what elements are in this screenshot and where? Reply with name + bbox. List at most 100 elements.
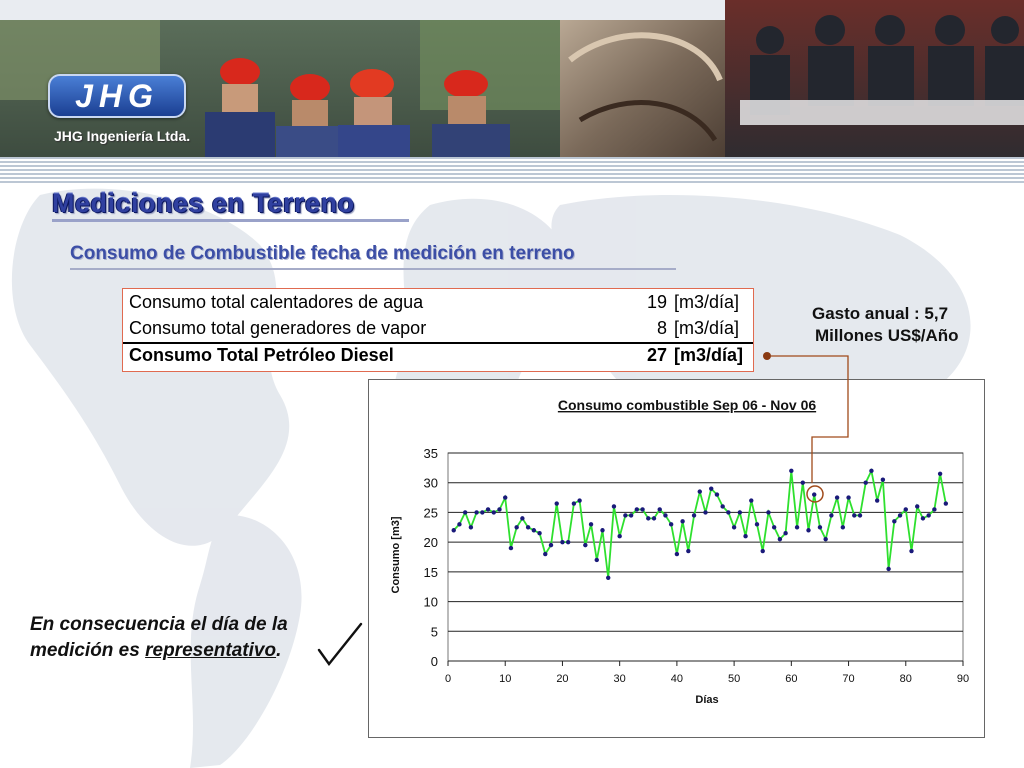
x-tick-label: 10: [499, 673, 511, 685]
row-unit: [m3/día]: [674, 292, 740, 312]
data-point: [714, 492, 720, 497]
data-point: [680, 519, 685, 524]
data-point: [892, 519, 897, 524]
chart-title: Consumo combustible Sep 06 - Nov 06: [558, 397, 816, 413]
data-point: [634, 507, 640, 512]
data-point: [531, 528, 537, 533]
data-point: [840, 525, 846, 530]
data-point: [668, 522, 674, 527]
data-point: [806, 528, 811, 533]
total-label: Consumo Total Petróleo Diesel: [129, 345, 394, 365]
page-title: Mediciones en Terreno: [52, 188, 355, 218]
data-point: [657, 507, 662, 512]
data-point: [737, 510, 743, 515]
data-point: [565, 539, 571, 545]
data-point: [548, 542, 554, 548]
chart-svg: Consumo combustible Sep 06 - Nov 06 0 5 10…: [390, 397, 969, 706]
data-point: [651, 516, 657, 521]
y-tick-label: 10: [424, 595, 438, 610]
data-point: [823, 536, 828, 542]
header-stripes: [0, 157, 1024, 185]
data-point: [594, 557, 599, 563]
data-point: [874, 498, 880, 503]
jhg-logo: JHG: [48, 74, 186, 118]
data-point: [777, 536, 783, 542]
data-point: [749, 498, 754, 503]
x-tick-label: 30: [614, 673, 626, 685]
data-point: [480, 510, 485, 515]
conclusion-underlined: representativo: [145, 640, 277, 661]
data-point: [485, 507, 491, 512]
row-value: 8: [656, 318, 667, 338]
data-point: [857, 513, 863, 518]
subtitle-underline: [70, 268, 676, 270]
x-tick-label: 20: [556, 673, 568, 685]
consumption-chart: Consumo combustible Sep 06 - Nov 06 0 5 10…: [368, 379, 985, 738]
data-point: [571, 501, 577, 506]
data-point: [932, 507, 937, 512]
y-tick-label: 30: [424, 476, 438, 491]
annual-cost-line1: Gasto anual : 5,7: [812, 304, 949, 323]
data-point: [457, 522, 462, 527]
data-point: [880, 477, 886, 482]
data-point: [829, 513, 834, 518]
data-point: [451, 528, 456, 533]
conclusion-part2: .: [276, 640, 282, 661]
data-point: [886, 566, 891, 572]
data-point: [640, 507, 645, 512]
data-point: [588, 522, 594, 527]
page-subtitle: Consumo de Combustible fecha de medición…: [70, 243, 575, 264]
total-value: 27: [646, 345, 667, 365]
table-separator: [123, 342, 753, 344]
data-point: [743, 534, 748, 539]
x-tick-label: 90: [957, 673, 969, 685]
data-point: [474, 510, 479, 515]
data-point: [468, 525, 474, 530]
data-point: [834, 495, 840, 500]
data-point: [703, 510, 708, 515]
data-point: [800, 480, 805, 485]
data-point: [674, 551, 680, 557]
data-point: [754, 522, 760, 527]
data-point: [543, 551, 548, 557]
title-underline: [52, 219, 409, 222]
data-point: [789, 468, 794, 474]
data-point: [709, 486, 714, 491]
y-tick-label: 5: [431, 624, 438, 639]
data-point: [525, 525, 531, 530]
data-point: [462, 510, 468, 515]
data-point: [783, 531, 788, 536]
x-tick-label: 70: [842, 673, 854, 685]
data-point: [503, 495, 508, 500]
data-point: [794, 525, 800, 530]
y-tick-label: 15: [424, 565, 438, 580]
row-label: Consumo total generadores de vapor: [129, 318, 427, 338]
x-tick-label: 60: [785, 673, 797, 685]
data-point: [731, 525, 737, 530]
chart-xlabel: Días: [695, 694, 718, 706]
data-point: [720, 504, 725, 509]
data-point: [909, 548, 914, 554]
row-unit: [m3/día]: [674, 318, 740, 338]
data-point: [869, 468, 874, 474]
data-point: [600, 528, 605, 533]
y-tick-label: 0: [431, 654, 438, 669]
data-point: [817, 525, 823, 530]
data-point: [583, 542, 588, 548]
data-point: [760, 548, 765, 554]
row-value: 19: [646, 292, 667, 312]
checkmark-icon: [317, 622, 363, 666]
data-point: [623, 513, 628, 518]
data-point: [691, 513, 697, 518]
data-point: [646, 516, 651, 521]
data-point: [846, 495, 851, 500]
data-point: [663, 513, 668, 518]
x-tick-label: 80: [900, 673, 912, 685]
data-point: [508, 545, 514, 551]
x-tick-label: 50: [728, 673, 740, 685]
row-label: Consumo total calentadores de agua: [129, 292, 424, 312]
table-row: Consumo total calentadores de agua 19 [m…: [129, 292, 749, 317]
data-point: [491, 510, 496, 515]
y-tick-label: 20: [424, 535, 438, 550]
data-point: [852, 513, 857, 518]
